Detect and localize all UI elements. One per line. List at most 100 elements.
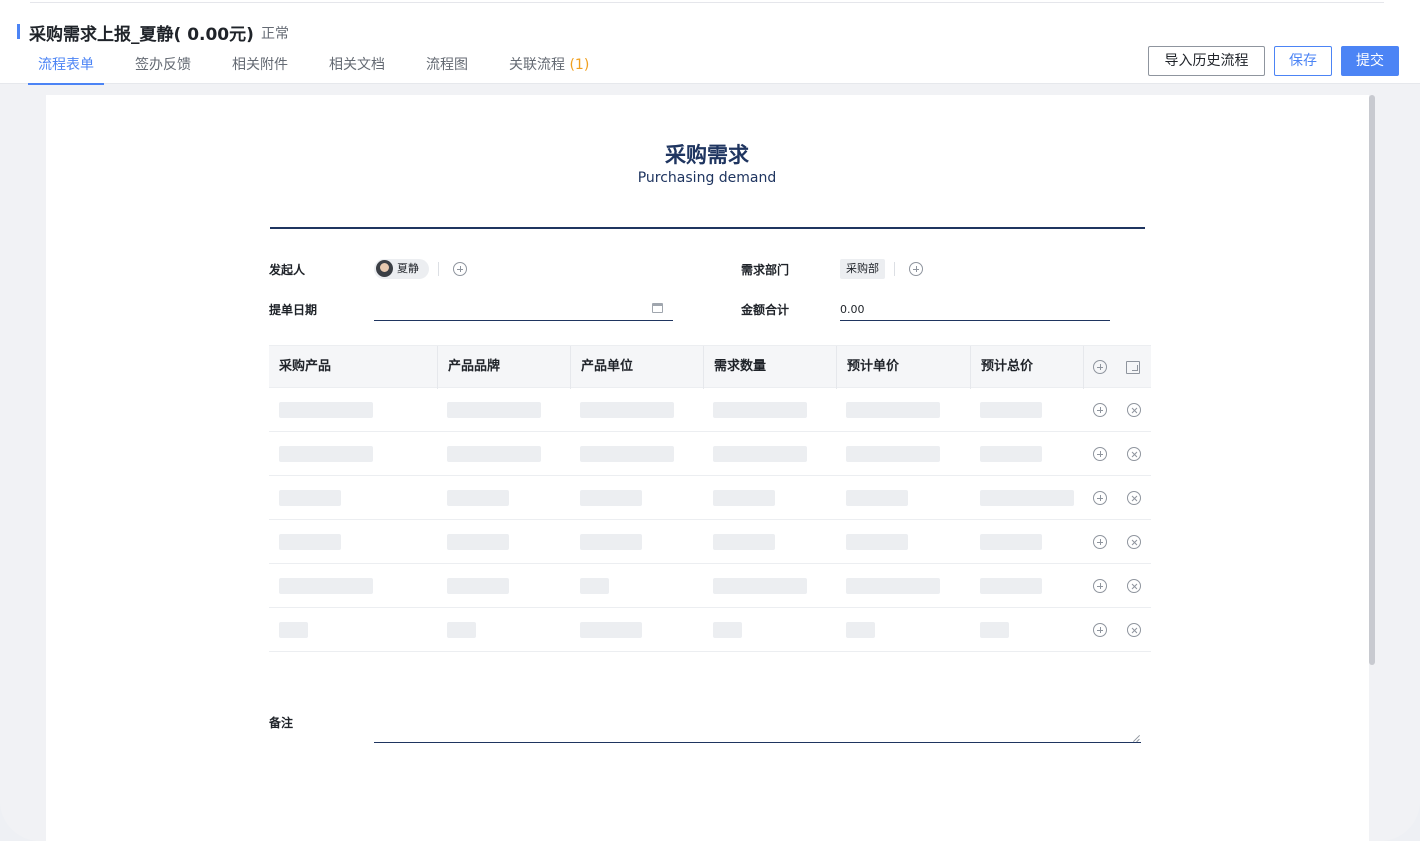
cell-placeholder <box>846 402 940 418</box>
delete-row-icon[interactable] <box>1127 447 1141 461</box>
table-row <box>269 564 1151 608</box>
table-row <box>269 476 1151 520</box>
cell-placeholder <box>980 402 1042 418</box>
cell-placeholder <box>846 622 875 638</box>
delete-row-icon[interactable] <box>1127 579 1141 593</box>
divider <box>894 262 895 276</box>
save-button[interactable]: 保存 <box>1274 46 1332 76</box>
tab-feedback[interactable]: 签办反馈 <box>125 50 201 85</box>
add-initiator-icon[interactable] <box>453 262 467 276</box>
cell-placeholder <box>279 578 373 594</box>
initiator-chip[interactable]: 夏静 <box>374 259 429 279</box>
tab-related-docs[interactable]: 相关文档 <box>319 50 395 85</box>
import-history-button[interactable]: 导入历史流程 <box>1148 46 1265 76</box>
total-field[interactable]: 0.00 <box>840 303 865 316</box>
cell-placeholder <box>846 534 908 550</box>
title-accent-bar <box>17 24 20 39</box>
cell-placeholder <box>713 622 742 638</box>
cell-placeholder <box>580 490 642 506</box>
cell-placeholder <box>580 446 674 462</box>
remark-label: 备注 <box>269 716 294 730</box>
cell-placeholder <box>447 490 509 506</box>
divider <box>30 2 1384 3</box>
department-label: 需求部门 <box>741 263 790 277</box>
cell-placeholder <box>846 578 940 594</box>
tab-bar: 流程表单 签办反馈 相关附件 相关文档 流程图 关联流程 (1) <box>28 50 620 85</box>
cell-placeholder <box>580 534 642 550</box>
cell-placeholder <box>279 622 308 638</box>
cell-placeholder <box>447 446 541 462</box>
title-divider <box>270 227 1145 229</box>
delete-row-icon[interactable] <box>1127 623 1141 637</box>
calendar-icon[interactable] <box>652 303 663 313</box>
cell-placeholder <box>980 578 1042 594</box>
expand-table-icon[interactable] <box>1126 361 1140 374</box>
table-row <box>269 432 1151 476</box>
tab-flowchart[interactable]: 流程图 <box>416 50 478 85</box>
cell-placeholder <box>713 402 807 418</box>
cell-placeholder <box>713 490 775 506</box>
submit-button[interactable]: 提交 <box>1341 46 1399 76</box>
cell-placeholder <box>279 534 341 550</box>
add-row-icon[interactable] <box>1093 403 1107 417</box>
form-subtitle: Purchasing demand <box>637 170 777 186</box>
add-row-icon[interactable] <box>1093 623 1107 637</box>
column-header: 预计单价 <box>836 346 970 389</box>
cell-placeholder <box>980 534 1042 550</box>
cell-placeholder <box>713 534 775 550</box>
status-text: 正常 <box>261 26 289 42</box>
cell-placeholder <box>846 490 908 506</box>
table-row <box>269 520 1151 564</box>
header-bar: 采购需求上报_夏静( 0.00元) 正常 流程表单 签办反馈 相关附件 相关文档… <box>0 0 1420 85</box>
cell-placeholder <box>846 446 940 462</box>
cell-placeholder <box>279 490 341 506</box>
table-header: 采购产品 产品品牌 产品单位 需求数量 预计单价 预计总价 <box>269 345 1151 389</box>
initiator-label: 发起人 <box>269 263 306 277</box>
cell-placeholder <box>980 622 1009 638</box>
add-row-icon[interactable] <box>1093 535 1107 549</box>
cell-placeholder <box>713 446 807 462</box>
table-row <box>269 388 1151 432</box>
cell-placeholder <box>447 578 509 594</box>
total-label: 金额合计 <box>741 303 790 317</box>
add-row-icon[interactable] <box>1093 447 1107 461</box>
cell-placeholder <box>447 534 509 550</box>
cell-placeholder <box>580 622 642 638</box>
column-header: 预计总价 <box>970 346 1083 389</box>
cell-placeholder <box>447 622 476 638</box>
delete-row-icon[interactable] <box>1127 535 1141 549</box>
tab-linked-process-count: (1) <box>569 57 590 73</box>
cell-placeholder <box>580 578 609 594</box>
cell-placeholder <box>713 578 807 594</box>
column-header: 采购产品 <box>279 359 332 374</box>
column-header: 产品品牌 <box>437 346 570 389</box>
resize-handle-icon[interactable] <box>1132 734 1140 742</box>
cell-placeholder <box>980 490 1074 506</box>
delete-row-icon[interactable] <box>1127 491 1141 505</box>
delete-row-icon[interactable] <box>1127 403 1141 417</box>
cell-placeholder <box>279 446 373 462</box>
tab-attachments[interactable]: 相关附件 <box>222 50 298 85</box>
form-title: 采购需求 <box>665 143 749 167</box>
total-underline <box>840 320 1110 321</box>
add-row-icon[interactable] <box>1093 579 1107 593</box>
cell-placeholder <box>580 402 674 418</box>
divider <box>438 262 439 276</box>
tab-linked-process-label: 关联流程 <box>509 57 565 73</box>
table-row <box>269 608 1151 652</box>
initiator-name: 夏静 <box>397 262 419 275</box>
tab-process-form[interactable]: 流程表单 <box>28 50 104 85</box>
cell-placeholder <box>980 446 1042 462</box>
department-chip[interactable]: 采购部 <box>840 259 885 279</box>
avatar <box>376 260 393 277</box>
add-department-icon[interactable] <box>909 262 923 276</box>
date-label: 提单日期 <box>269 303 318 317</box>
tab-linked-process[interactable]: 关联流程 (1) <box>499 50 599 85</box>
add-row-icon[interactable] <box>1093 491 1107 505</box>
remark-textarea[interactable] <box>374 742 1141 743</box>
cell-placeholder <box>447 402 541 418</box>
cell-placeholder <box>279 402 373 418</box>
page-title: 采购需求上报_夏静( 0.00元) <box>29 25 254 45</box>
column-header: 产品单位 <box>570 346 703 389</box>
add-row-icon[interactable] <box>1093 360 1107 374</box>
